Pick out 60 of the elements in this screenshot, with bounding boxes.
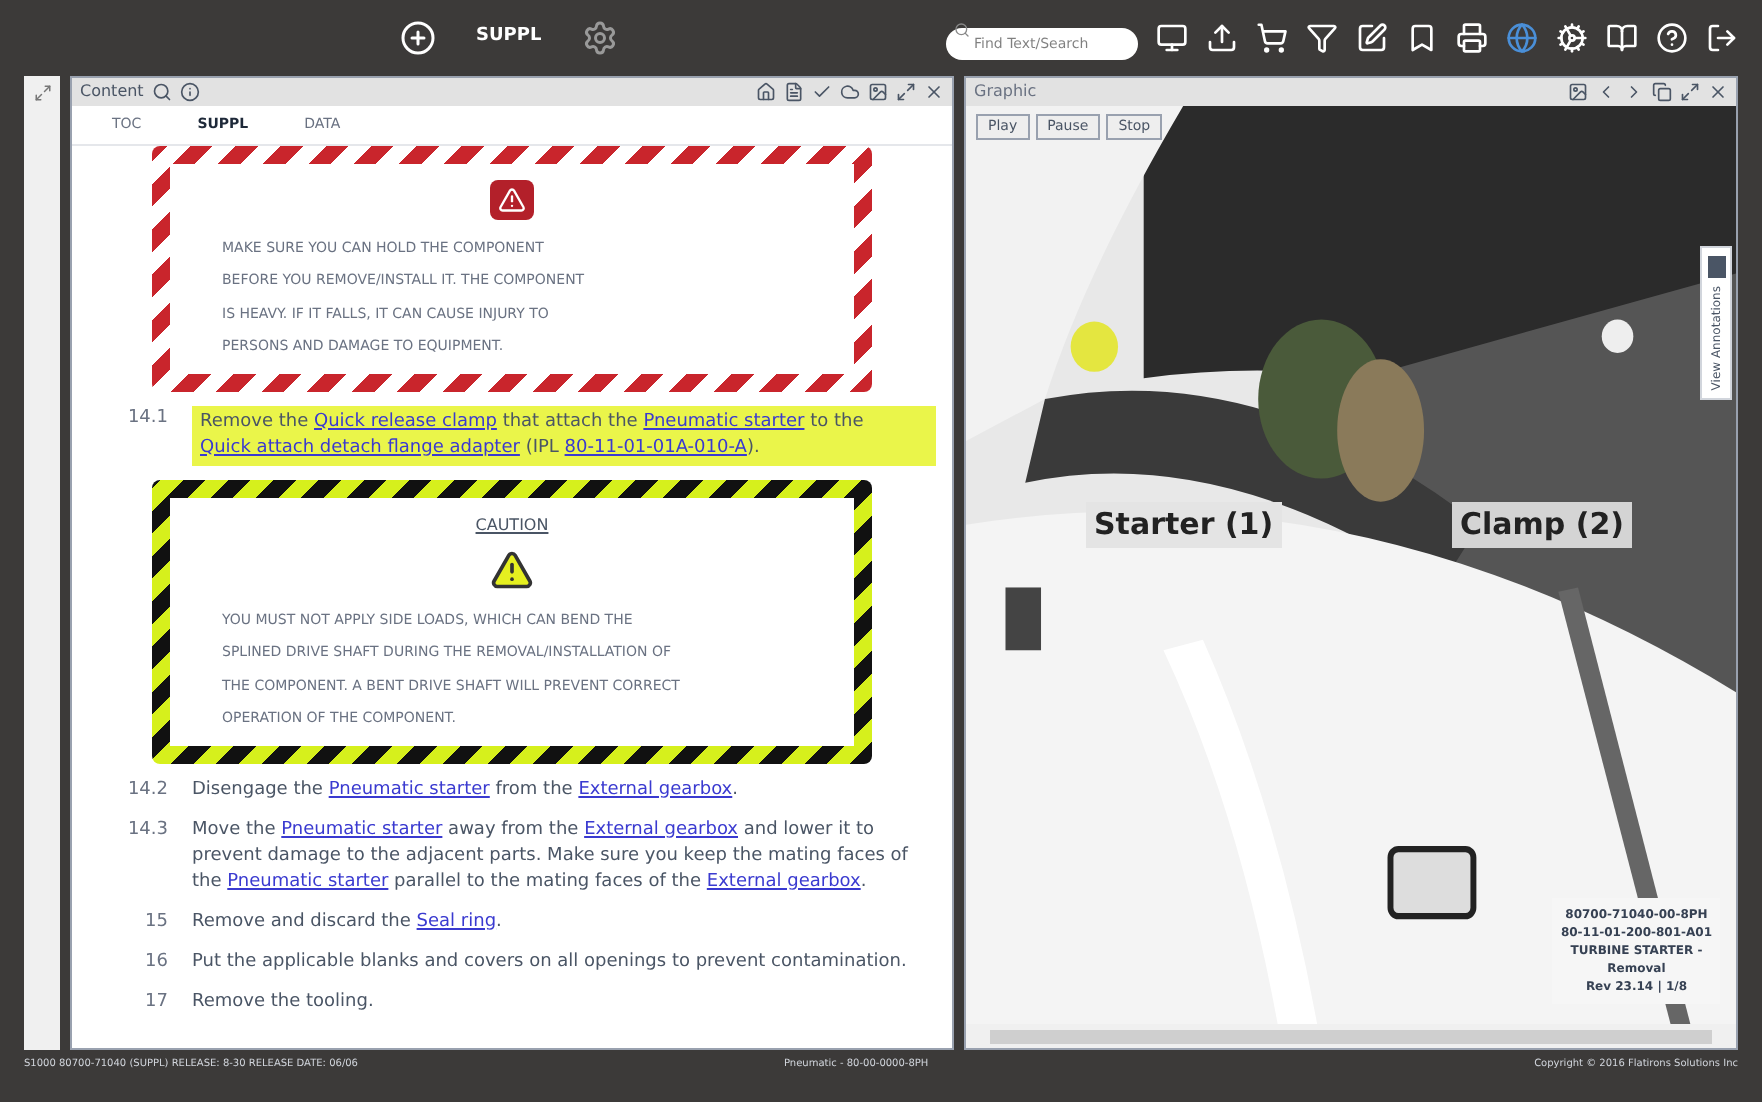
- warning-icon: [490, 179, 534, 219]
- callout-label: Starter (1): [1086, 502, 1282, 547]
- link[interactable]: Seal ring: [416, 911, 497, 931]
- edit-icon[interactable]: [1356, 22, 1388, 54]
- step-text: Remove the tooling.: [192, 989, 374, 1015]
- expand-icon[interactable]: [33, 84, 51, 102]
- step-number: 15: [143, 909, 168, 935]
- link[interactable]: Pneumatic starter: [328, 779, 490, 799]
- panel-title: Content: [80, 80, 144, 104]
- help-icon[interactable]: [1656, 22, 1688, 54]
- home-icon[interactable]: [756, 82, 776, 102]
- notice-title: CAUTION: [475, 513, 549, 537]
- monitor-icon[interactable]: [1156, 22, 1188, 54]
- publication-label: SUPPL: [476, 24, 542, 51]
- expand-icon[interactable]: [1680, 82, 1700, 102]
- link[interactable]: External gearbox: [706, 871, 861, 891]
- step-text: Remove and discard the Seal ring.: [192, 909, 502, 935]
- check-icon[interactable]: [812, 82, 832, 102]
- step-number: 17: [143, 989, 168, 1015]
- image-icon[interactable]: [1568, 82, 1588, 102]
- cloud-icon[interactable]: [840, 82, 860, 102]
- logout-icon[interactable]: [1706, 22, 1738, 54]
- link[interactable]: 80-11-01-01A-010-A: [564, 437, 747, 457]
- step-text: Disengage the Pneumatic starter from the External gearbox.: [192, 777, 738, 803]
- add-icon[interactable]: [400, 20, 436, 56]
- link[interactable]: Quick release clamp: [314, 411, 497, 431]
- copy-icon[interactable]: [1652, 82, 1672, 102]
- search-icon: [954, 22, 970, 38]
- search-icon[interactable]: [151, 82, 172, 102]
- link[interactable]: External gearbox: [584, 819, 738, 839]
- scrollbar[interactable]: [990, 1029, 1712, 1043]
- printer-icon[interactable]: [1456, 22, 1488, 54]
- close-icon[interactable]: [924, 82, 944, 102]
- step-number: 14.3: [125, 817, 168, 843]
- step-number: 14.2: [125, 777, 168, 803]
- filter-icon[interactable]: [1306, 22, 1338, 54]
- bookmark-icon[interactable]: [1406, 22, 1438, 54]
- globe-icon[interactable]: [1506, 22, 1538, 54]
- link[interactable]: Pneumatic starter: [227, 871, 389, 891]
- image-icon[interactable]: [868, 82, 888, 102]
- link[interactable]: Pneumatic starter: [643, 411, 805, 431]
- step-text: Move the Pneumatic starter away from the External gearbox and lower it to prevent damage to the adjacent parts. Make sure you keep the mating faces of the Pneumatic starter parallel to the mating faces of the External gearbox.: [192, 817, 910, 895]
- book-icon[interactable]: [1606, 22, 1638, 54]
- upload-icon[interactable]: [1206, 22, 1238, 54]
- expand-icon[interactable]: [896, 82, 916, 102]
- step-text: Put the applicable blanks and covers on all openings to prevent contamination.: [192, 949, 907, 975]
- close-icon[interactable]: [1708, 82, 1728, 102]
- caution-icon: [490, 547, 534, 591]
- panel-title: Graphic: [974, 80, 1037, 104]
- settings-icon[interactable]: [1556, 22, 1588, 54]
- step-number: 14.1: [125, 405, 168, 431]
- callout-label: Clamp (2): [1452, 502, 1633, 547]
- step-text: Remove the Quick release clamp that attach the Pneumatic starter to the Quick attach detach flange adapter (IPL 80-11-01-01A-010-A).: [192, 405, 936, 465]
- cart-icon[interactable]: [1256, 22, 1288, 54]
- link[interactable]: External gearbox: [578, 779, 733, 799]
- link[interactable]: Pneumatic starter: [281, 819, 443, 839]
- info-icon[interactable]: [179, 82, 200, 102]
- step-number: 16: [143, 949, 168, 975]
- document-icon[interactable]: [784, 82, 804, 102]
- link[interactable]: Quick attach detach flange adapter: [200, 437, 520, 457]
